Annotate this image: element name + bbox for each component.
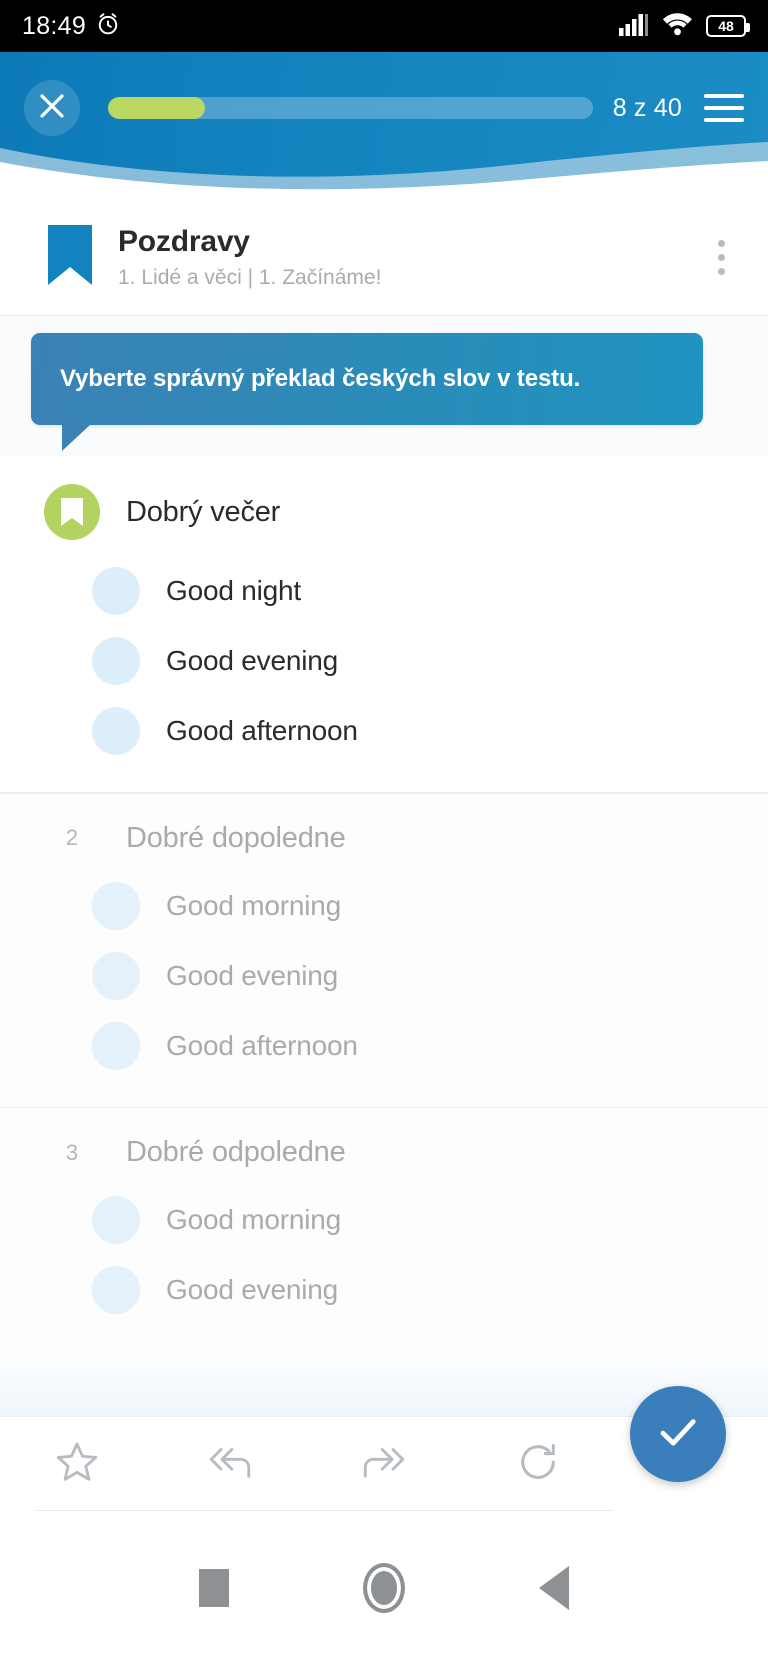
status-bar: 18:49 48 [0, 0, 768, 52]
answer-option[interactable]: Good morning [0, 1185, 768, 1255]
radio-button-icon[interactable] [92, 951, 140, 1000]
check-icon [654, 1408, 702, 1461]
question-prompt: Dobré dopoledne [126, 821, 346, 854]
restart-button[interactable] [461, 1417, 615, 1512]
circle-home-icon [363, 1562, 405, 1613]
kebab-menu-icon[interactable] [698, 240, 744, 275]
bookmark-badge-icon [44, 484, 100, 540]
back-button[interactable] [469, 1565, 639, 1610]
header-wave-decoration [0, 142, 768, 200]
answer-option-label: Good night [166, 575, 301, 606]
radio-button-icon[interactable] [92, 1266, 140, 1314]
answer-option[interactable]: Good morning [0, 871, 768, 941]
star-icon [54, 1439, 100, 1490]
lesson-header: 8 z 40 [0, 52, 768, 200]
radio-button-icon[interactable] [92, 1196, 140, 1244]
page-title: Pozdravy [118, 224, 250, 258]
triangle-back-icon [539, 1565, 569, 1610]
answer-option[interactable]: Good evening [0, 941, 768, 1011]
reply-all-back-icon [205, 1439, 255, 1490]
question-block[interactable]: 3 Dobré odpoledne Good morning Good evening [0, 1108, 768, 1351]
question-number: 2 [65, 825, 79, 850]
answer-option-label: Good evening [166, 645, 338, 676]
wifi-icon [662, 12, 693, 41]
breadcrumb: 1. Lidé a věci | 1. Začínáme! [118, 266, 382, 290]
square-recents-icon [199, 1568, 229, 1607]
home-button[interactable] [299, 1562, 469, 1613]
question-block[interactable]: 2 Dobré dopoledne Good morning Good evening… [0, 793, 768, 1107]
question-list[interactable]: Dobrý večer Good night Good evening Good af… [0, 456, 768, 1416]
question-header: 2 Dobré dopoledne [0, 794, 768, 865]
answer-options: Good morning Good evening Good afternoon [0, 865, 768, 1107]
answer-option[interactable]: Good evening [0, 1255, 768, 1325]
close-icon [35, 89, 69, 128]
question-header: 3 Dobré odpoledne [0, 1108, 768, 1179]
lesson-text-block: Pozdravy 1. Lidé a věci | 1. Začínáme! [118, 225, 698, 291]
question-prompt: Dobrý večer [126, 495, 281, 528]
answer-option-label: Good afternoon [166, 715, 358, 746]
alarm-clock-icon [95, 11, 121, 42]
answer-option[interactable]: Good afternoon [0, 1011, 768, 1081]
answer-option-label: Good morning [166, 1204, 342, 1235]
favorite-button[interactable] [0, 1417, 154, 1512]
radio-button-icon[interactable] [92, 881, 140, 930]
cellular-signal-icon [619, 12, 649, 41]
status-bar-left: 18:49 [22, 11, 121, 42]
skip-button[interactable] [307, 1417, 461, 1512]
previous-button[interactable] [154, 1417, 308, 1512]
answer-option-label: Good evening [166, 959, 338, 991]
battery-indicator: 48 [706, 15, 750, 37]
submit-button[interactable] [630, 1386, 726, 1482]
answer-option[interactable]: Good night [0, 556, 768, 626]
answer-option-label: Good afternoon [166, 1029, 358, 1061]
instruction-bubble-tail [62, 425, 90, 451]
instruction-zone: Vyberte správný překlad českých slov v t… [0, 316, 768, 456]
answer-option[interactable]: Good afternoon [0, 696, 768, 766]
radio-button-icon[interactable] [92, 707, 140, 755]
refresh-redo-icon [515, 1439, 561, 1490]
lesson-progress-bar [108, 97, 593, 119]
question-header: Dobrý večer [0, 456, 768, 550]
answer-option[interactable]: Good evening [0, 626, 768, 696]
status-bar-right: 48 [619, 12, 750, 41]
radio-button-icon[interactable] [92, 567, 140, 615]
recents-button[interactable] [129, 1568, 299, 1607]
android-navigation-bar [0, 1511, 768, 1664]
close-button[interactable] [24, 80, 80, 136]
battery-level-text: 48 [718, 18, 734, 34]
status-bar-clock: 18:49 [22, 11, 87, 40]
hamburger-menu-icon[interactable] [704, 94, 744, 122]
instruction-text: Vyberte správný překlad českých slov v t… [60, 365, 581, 392]
bookmark-icon [48, 225, 92, 290]
answer-option-label: Good morning [166, 889, 342, 921]
question-number: 3 [65, 1139, 79, 1165]
instruction-banner: Vyberte správný překlad českých slov v t… [31, 333, 703, 425]
forward-skip-icon [359, 1439, 409, 1490]
answer-options: Good night Good evening Good afternoon [0, 550, 768, 792]
question-counter: 8 z 40 [612, 93, 682, 122]
lesson-progress-fill [108, 97, 205, 119]
app-screen: 18:49 48 8 z 40 Pozdravy 1. Lidé a věci … [0, 0, 768, 1664]
question-prompt: Dobré odpoledne [126, 1136, 346, 1168]
answer-options: Good morning Good evening [0, 1179, 768, 1351]
radio-button-icon[interactable] [92, 1021, 140, 1070]
answer-option-label: Good evening [166, 1274, 338, 1305]
radio-button-icon[interactable] [92, 637, 140, 685]
lesson-title-bar: Pozdravy 1. Lidé a věci | 1. Začínáme! [0, 200, 768, 316]
question-block[interactable]: Dobrý večer Good night Good evening Good af… [0, 456, 768, 792]
